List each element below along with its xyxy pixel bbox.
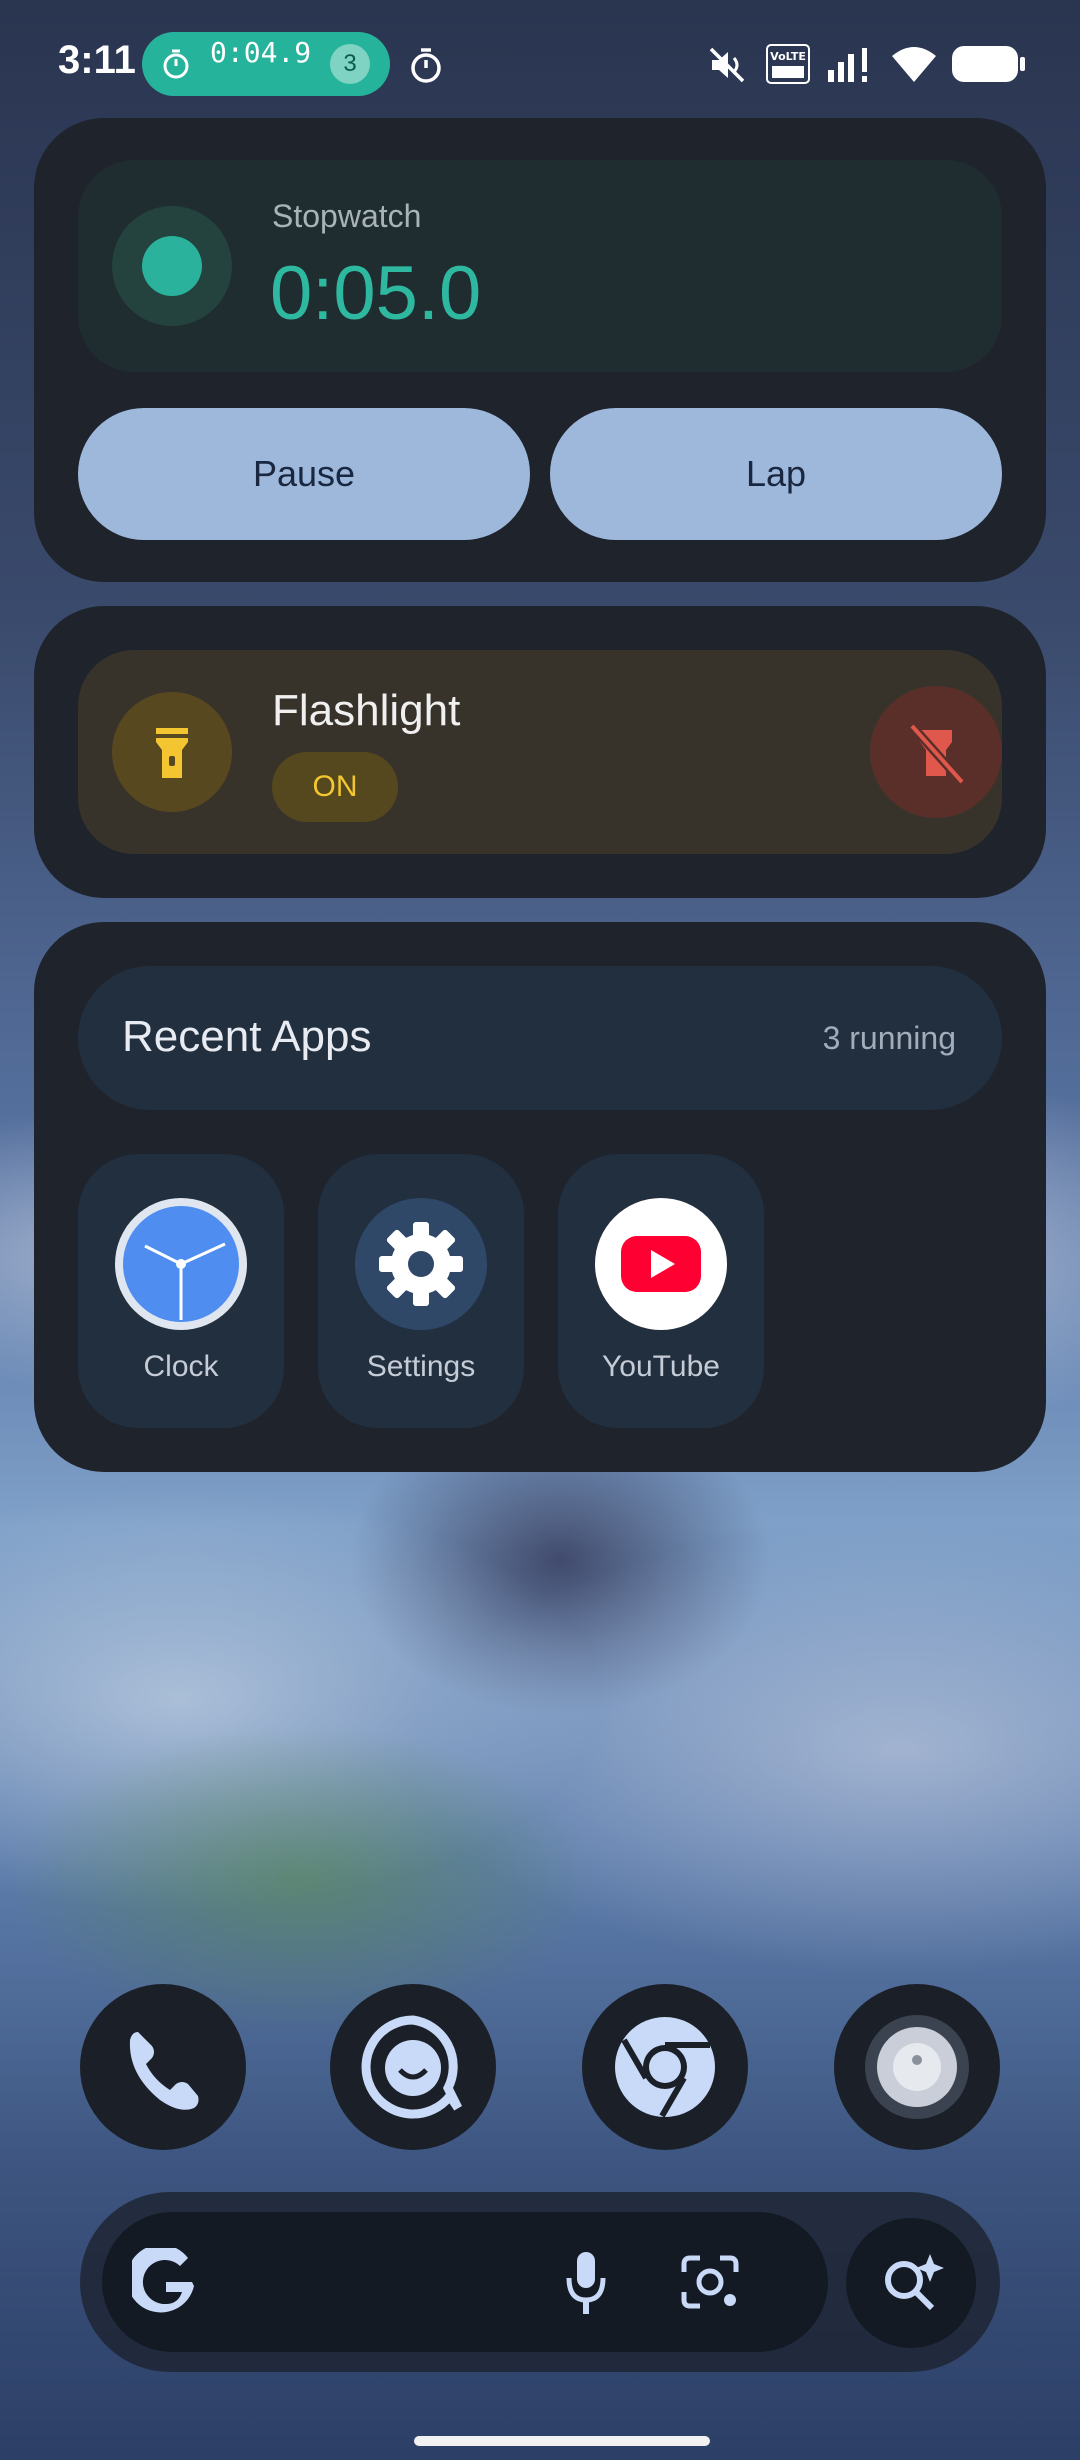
stopwatch-chip[interactable]: 0:04.9 3: [142, 32, 390, 96]
flashlight-title: Flashlight: [272, 686, 461, 735]
gear-icon: [355, 1198, 487, 1330]
flashlight-off-icon: [908, 723, 966, 785]
wifi-icon: [892, 47, 936, 82]
flashlight-icon: [112, 692, 232, 812]
recent-apps-widget: Recent Apps 3 running Clock Settings You…: [34, 922, 1046, 1472]
camera-icon[interactable]: [834, 1984, 1000, 2150]
timer-icon: [411, 48, 441, 83]
mic-icon[interactable]: [564, 2250, 608, 2316]
mute-icon: [709, 47, 745, 83]
volte-icon: VoLTE: [766, 44, 810, 84]
battery-icon: [952, 46, 1025, 82]
stopwatch-icon: [163, 49, 189, 79]
app-label-youtube: YouTube: [602, 1350, 720, 1383]
recent-apps-title: Recent Apps: [122, 1012, 372, 1061]
clock-icon: [115, 1198, 247, 1330]
signal-icon: [828, 48, 867, 82]
flashlight-state-badge: ON: [272, 752, 398, 822]
recent-apps-header[interactable]: Recent Apps 3 running: [78, 966, 1002, 1110]
flashlight-off-button[interactable]: [870, 686, 1002, 818]
flashlight-card[interactable]: Flashlight ON: [78, 650, 1002, 854]
stopwatch-label: Stopwatch: [272, 198, 422, 234]
app-tile-settings[interactable]: Settings: [318, 1154, 524, 1428]
stopwatch-status-indicator: [112, 206, 232, 326]
app-label-settings: Settings: [366, 1350, 476, 1383]
app-tile-clock[interactable]: Clock: [78, 1154, 284, 1428]
lens-icon[interactable]: [678, 2252, 742, 2312]
youtube-icon: [595, 1198, 727, 1330]
chip-badge: 3: [330, 44, 370, 84]
volte-text: VoLTE: [770, 50, 806, 63]
status-bar: 3:11 0:04.9 3 VoLTE: [0, 0, 1080, 130]
ai-search-icon: [885, 2254, 944, 2311]
status-time: 3:11: [58, 38, 136, 82]
chip-timer-text: 0:04.9: [210, 36, 312, 69]
recent-apps-count: 3 running: [822, 1020, 956, 1056]
messages-icon[interactable]: [330, 1984, 496, 2150]
search-bar[interactable]: [102, 2212, 828, 2352]
app-label-clock: Clock: [143, 1350, 219, 1383]
stopwatch-display[interactable]: Stopwatch 0:05.0: [78, 160, 1002, 372]
search-widget: [80, 2192, 1000, 2372]
app-tile-youtube[interactable]: YouTube: [558, 1154, 764, 1428]
stopwatch-widget: Stopwatch 0:05.0 Pause Lap: [34, 118, 1046, 582]
pause-button[interactable]: Pause: [78, 408, 530, 540]
navigation-handle[interactable]: [414, 2436, 710, 2446]
ai-search-button[interactable]: [846, 2218, 976, 2348]
chrome-icon[interactable]: [582, 1984, 748, 2150]
running-dot-icon: [142, 236, 202, 296]
lap-button[interactable]: Lap: [550, 408, 1002, 540]
phone-icon[interactable]: [80, 1984, 246, 2150]
flashlight-widget: Flashlight ON: [34, 606, 1046, 898]
stopwatch-time: 0:05.0: [270, 251, 482, 336]
google-icon: [132, 2248, 194, 2313]
